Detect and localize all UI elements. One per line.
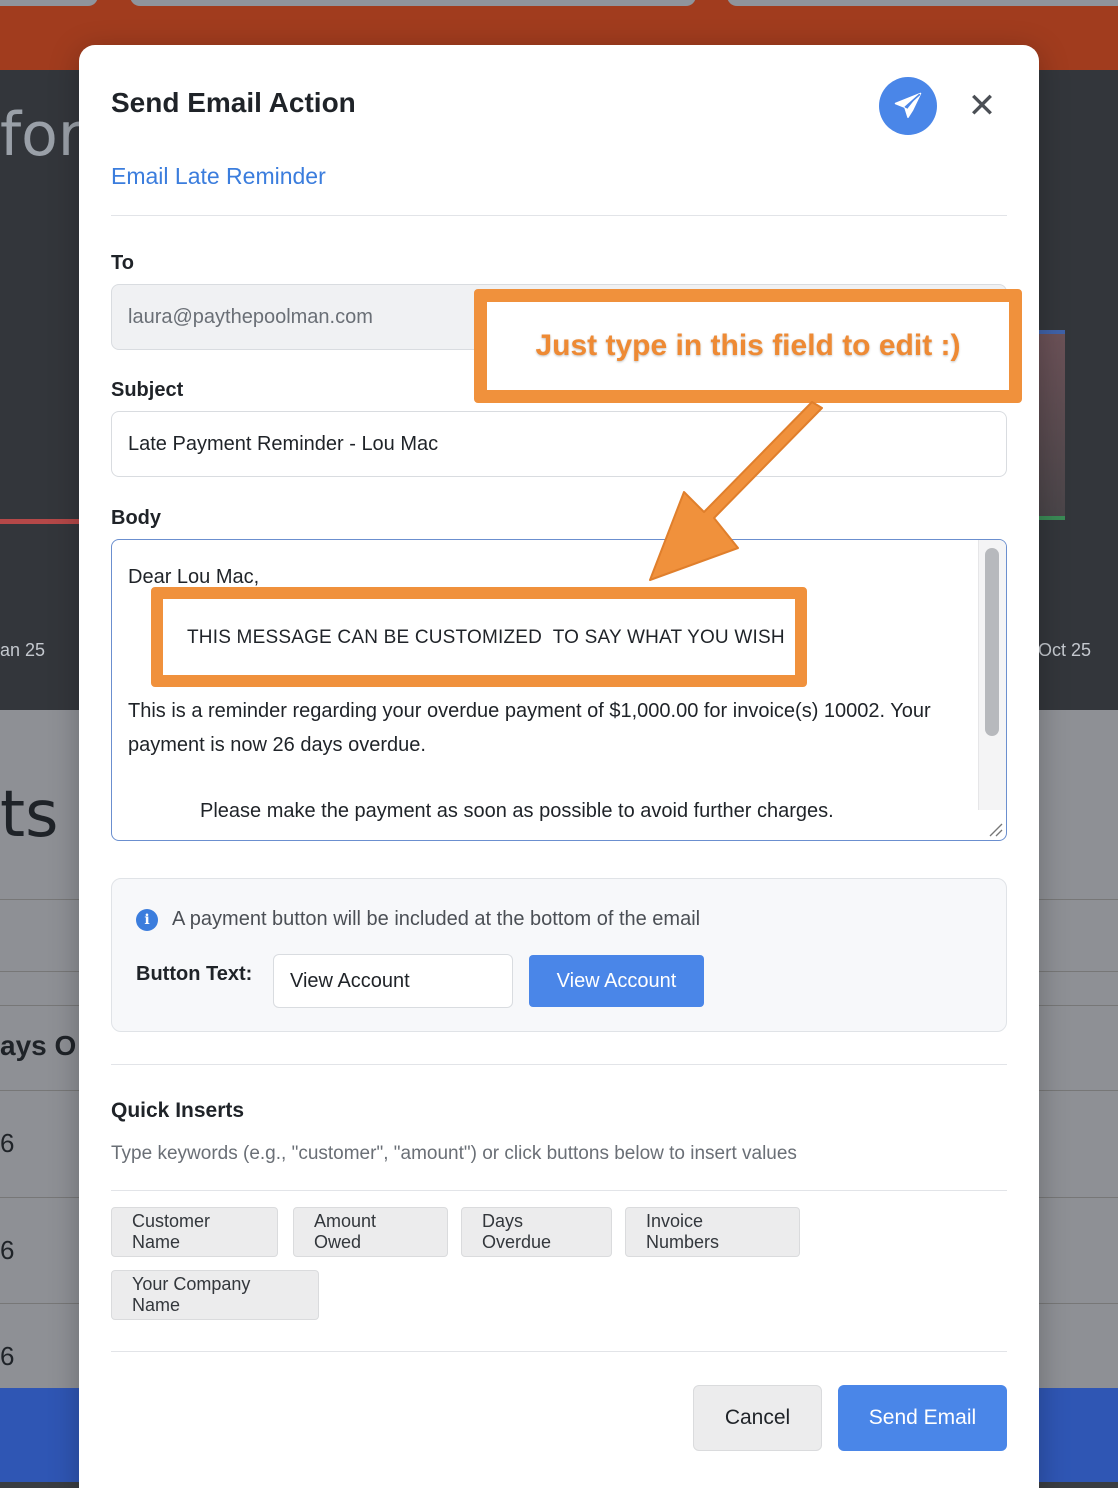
close-button[interactable]: ✕ bbox=[963, 87, 1001, 125]
resize-handle-icon[interactable] bbox=[986, 820, 1004, 838]
app-tab bbox=[130, 0, 696, 6]
annotation-arrow-icon bbox=[649, 401, 823, 581]
body-paragraph: This is a reminder regarding your overdu… bbox=[128, 700, 931, 756]
template-name-link[interactable]: Email Late Reminder bbox=[111, 163, 326, 190]
paper-plane-icon bbox=[894, 92, 922, 118]
subject-label: Subject bbox=[111, 379, 184, 401]
body-textarea[interactable]: Dear Lou Mac, This is a reminder regardi… bbox=[111, 539, 1007, 841]
send-icon-button[interactable] bbox=[879, 77, 937, 135]
body-custom-line: THIS MESSAGE CAN BE CUSTOMIZED TO SAY WH… bbox=[187, 627, 785, 648]
subject-field[interactable] bbox=[111, 411, 1007, 477]
to-label: To bbox=[111, 252, 134, 274]
send-email-button[interactable]: Send Email bbox=[838, 1385, 1007, 1451]
quick-inserts-title: Quick Inserts bbox=[111, 1099, 245, 1122]
quick-inserts-divider bbox=[111, 1190, 1007, 1191]
header-divider bbox=[111, 215, 1007, 216]
edit-hint-callout: Just type in this field to edit :) bbox=[474, 289, 1022, 403]
cancel-button[interactable]: Cancel bbox=[693, 1385, 822, 1451]
app-tab bbox=[727, 0, 1118, 6]
background-section-fragment: ts bbox=[0, 778, 59, 852]
insert-amount-owed-button[interactable]: Amount Owed bbox=[293, 1207, 448, 1257]
background-chart-line bbox=[0, 519, 80, 524]
close-icon: ✕ bbox=[967, 87, 997, 125]
background-chart-area bbox=[1039, 330, 1065, 520]
app-tab bbox=[0, 0, 98, 6]
insert-days-overdue-button[interactable]: Days Overdue bbox=[461, 1207, 612, 1257]
background-column-fragment: ays O bbox=[0, 1030, 77, 1061]
button-text-input[interactable] bbox=[273, 954, 513, 1008]
send-email-modal: Send Email Action ✕ Email Late Reminder … bbox=[79, 45, 1039, 1488]
body-label: Body bbox=[111, 507, 161, 529]
body-scroll-thumb[interactable] bbox=[985, 548, 999, 736]
button-text-label: Button Text: bbox=[136, 963, 253, 985]
payment-button-info: A payment button will be included at the… bbox=[172, 908, 701, 930]
insert-customer-name-button[interactable]: Customer Name bbox=[111, 1207, 278, 1257]
payment-button-preview: View Account bbox=[529, 955, 704, 1007]
background-tick-right: Oct 25 bbox=[1038, 640, 1092, 660]
modal-title: Send Email Action bbox=[111, 87, 356, 118]
insert-company-name-button[interactable]: Your Company Name bbox=[111, 1270, 319, 1320]
background-tick-left: an 25 bbox=[0, 640, 46, 660]
section-divider bbox=[111, 1064, 1007, 1065]
edit-hint-text: Just type in this field to edit :) bbox=[535, 329, 961, 362]
body-closing: Please make the payment as soon as possi… bbox=[200, 800, 834, 822]
background-row-value: 6 bbox=[0, 1341, 15, 1371]
body-scrollbar[interactable] bbox=[978, 540, 1006, 810]
background-row-value: 6 bbox=[0, 1128, 15, 1158]
custom-message-highlight[interactable]: THIS MESSAGE CAN BE CUSTOMIZED TO SAY WH… bbox=[151, 587, 807, 687]
insert-invoice-numbers-button[interactable]: Invoice Numbers bbox=[625, 1207, 800, 1257]
footer-divider bbox=[111, 1351, 1007, 1352]
info-icon: i bbox=[136, 909, 158, 931]
background-row-value: 6 bbox=[0, 1235, 15, 1265]
payment-button-panel: i A payment button will be included at t… bbox=[111, 878, 1007, 1032]
quick-inserts-description: Type keywords (e.g., "customer", "amount… bbox=[111, 1143, 797, 1164]
